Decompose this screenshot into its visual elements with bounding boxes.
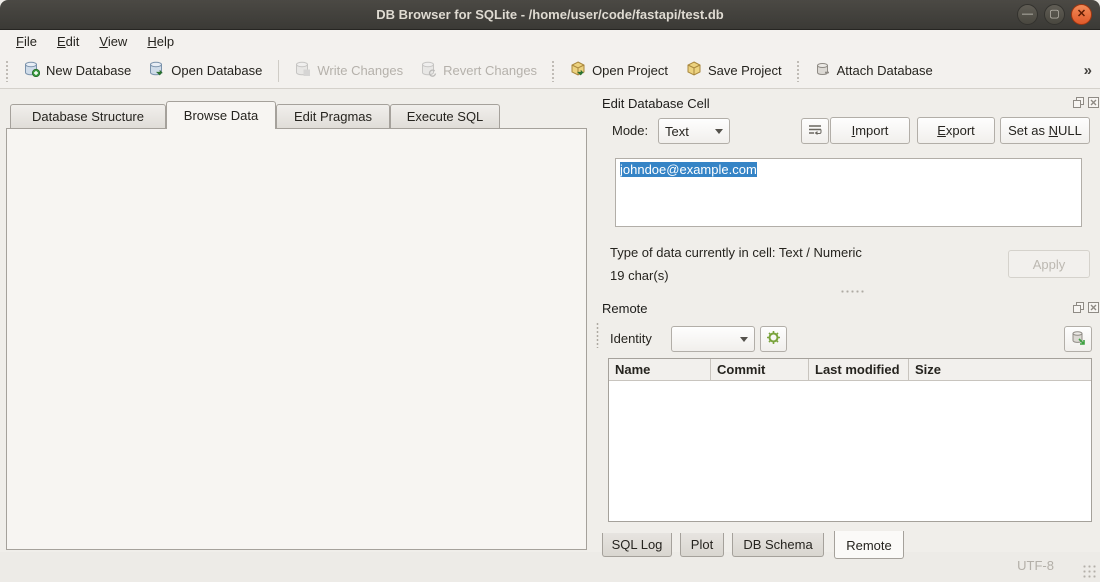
new-database-button[interactable]: New Database — [15, 57, 140, 84]
toolbar-drag-handle[interactable] — [796, 60, 801, 82]
remote-clone-button[interactable] — [1064, 326, 1092, 352]
word-wrap-button[interactable] — [801, 118, 829, 144]
mode-select-value: Text — [665, 124, 689, 139]
titlebar[interactable]: DB Browser for SQLite - /home/user/code/… — [0, 0, 1100, 30]
float-icon — [1073, 302, 1084, 313]
toolbar-separator — [278, 60, 279, 82]
mode-label: Mode: — [612, 118, 648, 144]
open-database-icon — [149, 61, 165, 80]
toolbar: New Database Open Database Write Changes… — [0, 53, 1100, 89]
attach-database-label: Attach Database — [837, 63, 933, 78]
menu-help[interactable]: Help — [137, 30, 184, 53]
identity-label: Identity — [610, 326, 652, 352]
menubar: File Edit View Help — [0, 30, 1100, 53]
toolbar-drag-handle[interactable] — [551, 60, 556, 82]
remote-table-header: Name Commit Last modified Size — [609, 359, 1091, 381]
encoding-label[interactable]: UTF-8 — [1017, 558, 1054, 573]
minimize-button[interactable]: — — [1017, 4, 1038, 25]
tab-sql-log[interactable]: SQL Log — [602, 533, 672, 557]
mode-select[interactable]: Text — [658, 118, 730, 144]
window-controls: — ▢ ✕ — [1017, 4, 1092, 25]
save-project-button[interactable]: Save Project — [677, 57, 791, 84]
identity-select[interactable] — [671, 326, 755, 352]
remote-column-last-modified[interactable]: Last modified — [809, 359, 909, 380]
tab-browse-data[interactable]: Browse Data — [166, 101, 276, 129]
save-project-icon — [686, 61, 702, 80]
close-button[interactable]: ✕ — [1071, 4, 1092, 25]
tab-edit-pragmas[interactable]: Edit Pragmas — [276, 104, 390, 128]
save-project-label: Save Project — [708, 63, 782, 78]
menu-edit[interactable]: Edit — [47, 30, 89, 53]
clone-database-icon — [1070, 330, 1086, 349]
new-database-icon — [24, 61, 40, 80]
open-project-label: Open Project — [592, 63, 668, 78]
open-project-button[interactable]: Open Project — [561, 57, 677, 84]
browse-data-panel — [6, 128, 587, 550]
open-database-button[interactable]: Open Database — [140, 57, 271, 84]
toolbar-drag-handle[interactable] — [5, 60, 10, 82]
dock-float-button[interactable] — [1072, 301, 1085, 314]
attach-database-button[interactable]: Attach Database — [806, 57, 942, 84]
write-changes-label: Write Changes — [317, 63, 403, 78]
open-database-label: Open Database — [171, 63, 262, 78]
chevron-down-icon — [715, 129, 723, 134]
attach-database-icon — [815, 61, 831, 80]
write-changes-button: Write Changes — [286, 57, 412, 84]
remote-files-table[interactable]: Name Commit Last modified Size — [608, 358, 1092, 522]
cell-editor[interactable]: johndoe@example.com — [615, 158, 1082, 227]
tab-database-structure[interactable]: Database Structure — [10, 104, 166, 128]
resize-grip[interactable] — [1082, 564, 1096, 578]
dock-splitter-handle[interactable] — [595, 322, 600, 348]
close-icon — [1088, 302, 1099, 313]
remote-column-name[interactable]: Name — [609, 359, 711, 380]
revert-changes-label: Revert Changes — [443, 63, 537, 78]
new-database-label: New Database — [46, 63, 131, 78]
tab-execute-sql[interactable]: Execute SQL — [390, 104, 500, 128]
window-title: DB Browser for SQLite - /home/user/code/… — [0, 0, 1100, 29]
remote-column-size[interactable]: Size — [909, 359, 1091, 380]
import-button[interactable]: Import — [830, 117, 910, 144]
dock-float-button[interactable] — [1072, 96, 1085, 109]
word-wrap-icon — [808, 124, 822, 139]
tab-remote[interactable]: Remote — [834, 531, 904, 559]
remote-column-commit[interactable]: Commit — [711, 359, 809, 380]
app-window: DB Browser for SQLite - /home/user/code/… — [0, 0, 1100, 582]
revert-changes-icon — [421, 61, 437, 80]
menu-file[interactable]: File — [6, 30, 47, 53]
close-icon — [1088, 97, 1099, 108]
remote-dock-title: Remote — [602, 301, 648, 316]
statusbar: UTF-8 — [0, 552, 1100, 582]
apply-button: Apply — [1008, 250, 1090, 278]
menu-view[interactable]: View — [89, 30, 137, 53]
cell-type-info: Type of data currently in cell: Text / N… — [610, 245, 862, 260]
edit-cell-dock-title: Edit Database Cell — [602, 96, 710, 111]
export-button[interactable]: Export — [917, 117, 995, 144]
set-as-null-button[interactable]: Set as NULL — [1000, 117, 1090, 144]
open-project-icon — [570, 61, 586, 80]
gear-icon — [766, 330, 781, 348]
cell-char-count: 19 char(s) — [610, 268, 669, 283]
dock-splitter-handle[interactable] — [840, 289, 866, 294]
tab-db-schema[interactable]: DB Schema — [732, 533, 824, 557]
maximize-button[interactable]: ▢ — [1044, 4, 1065, 25]
toolbar-overflow-chevron[interactable]: » — [1084, 62, 1092, 79]
cell-editor-text: johndoe@example.com — [620, 162, 757, 177]
revert-changes-button: Revert Changes — [412, 57, 546, 84]
dock-close-button[interactable] — [1087, 96, 1100, 109]
write-changes-icon — [295, 61, 311, 80]
tab-plot[interactable]: Plot — [680, 533, 724, 557]
chevron-down-icon — [740, 337, 748, 342]
float-icon — [1073, 97, 1084, 108]
identity-settings-button[interactable] — [760, 326, 787, 352]
dock-close-button[interactable] — [1087, 301, 1100, 314]
